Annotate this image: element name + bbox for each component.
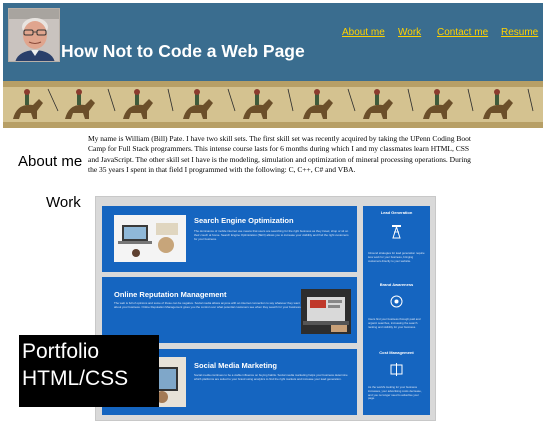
side-text-cost-management: As the world's looking for your business…: [368, 385, 422, 401]
work-side-column: Lead Generation Inbound strategies for l…: [363, 206, 430, 415]
work-card-seo: Search Engine Optimization The dominance…: [102, 206, 357, 272]
work-card-orm: Online Reputation Management The web is …: [102, 277, 357, 343]
tapestry-banner: [3, 81, 543, 128]
side-title-lead-generation: Lead Generation: [380, 210, 413, 215]
card-title-smm: Social Media Marketing: [194, 361, 277, 370]
nav-link-resume[interactable]: Resume: [501, 27, 538, 38]
brand-awareness-icon: [390, 294, 403, 314]
card-title-orm: Online Reputation Management: [114, 290, 227, 299]
orm-image: [301, 289, 351, 334]
card-title-seo: Search Engine Optimization: [194, 216, 294, 225]
cost-management-icon: [390, 362, 403, 382]
seo-image: [114, 215, 186, 262]
portfolio-line-2: HTML/CSS: [22, 367, 129, 390]
card-text-orm: The web is full of opinions and some of …: [114, 301, 302, 309]
nav-link-contact[interactable]: Contact me: [437, 27, 488, 38]
avatar: [8, 8, 60, 62]
card-text-seo: The dominance of mobile internet use mea…: [194, 229, 349, 241]
nav-link-work[interactable]: Work: [398, 27, 421, 38]
site-title: How Not to Code a Web Page: [61, 41, 305, 61]
portfolio-label: Portfolio HTML/CSS: [19, 335, 159, 407]
card-text-smm: Social media continues to be a viable in…: [194, 373, 348, 381]
side-title-cost-management: Cost Management: [379, 350, 414, 355]
nav-link-about[interactable]: About me: [342, 27, 385, 38]
site-header: How Not to Code a Web Page About me Work…: [3, 3, 543, 81]
work-heading: Work: [46, 194, 81, 211]
side-title-brand-awareness: Brand Awareness: [379, 282, 414, 287]
about-text: My name is William (Bill) Pate. I have t…: [88, 134, 471, 174]
about-heading: About me: [18, 153, 83, 170]
portfolio-line-1: Portfolio: [22, 340, 100, 363]
side-text-lead-generation: Inbound strategies for lead generation r…: [368, 251, 425, 263]
side-text-brand-awareness: Users find your business through paid an…: [368, 317, 421, 329]
lead-generation-icon: [390, 224, 403, 244]
